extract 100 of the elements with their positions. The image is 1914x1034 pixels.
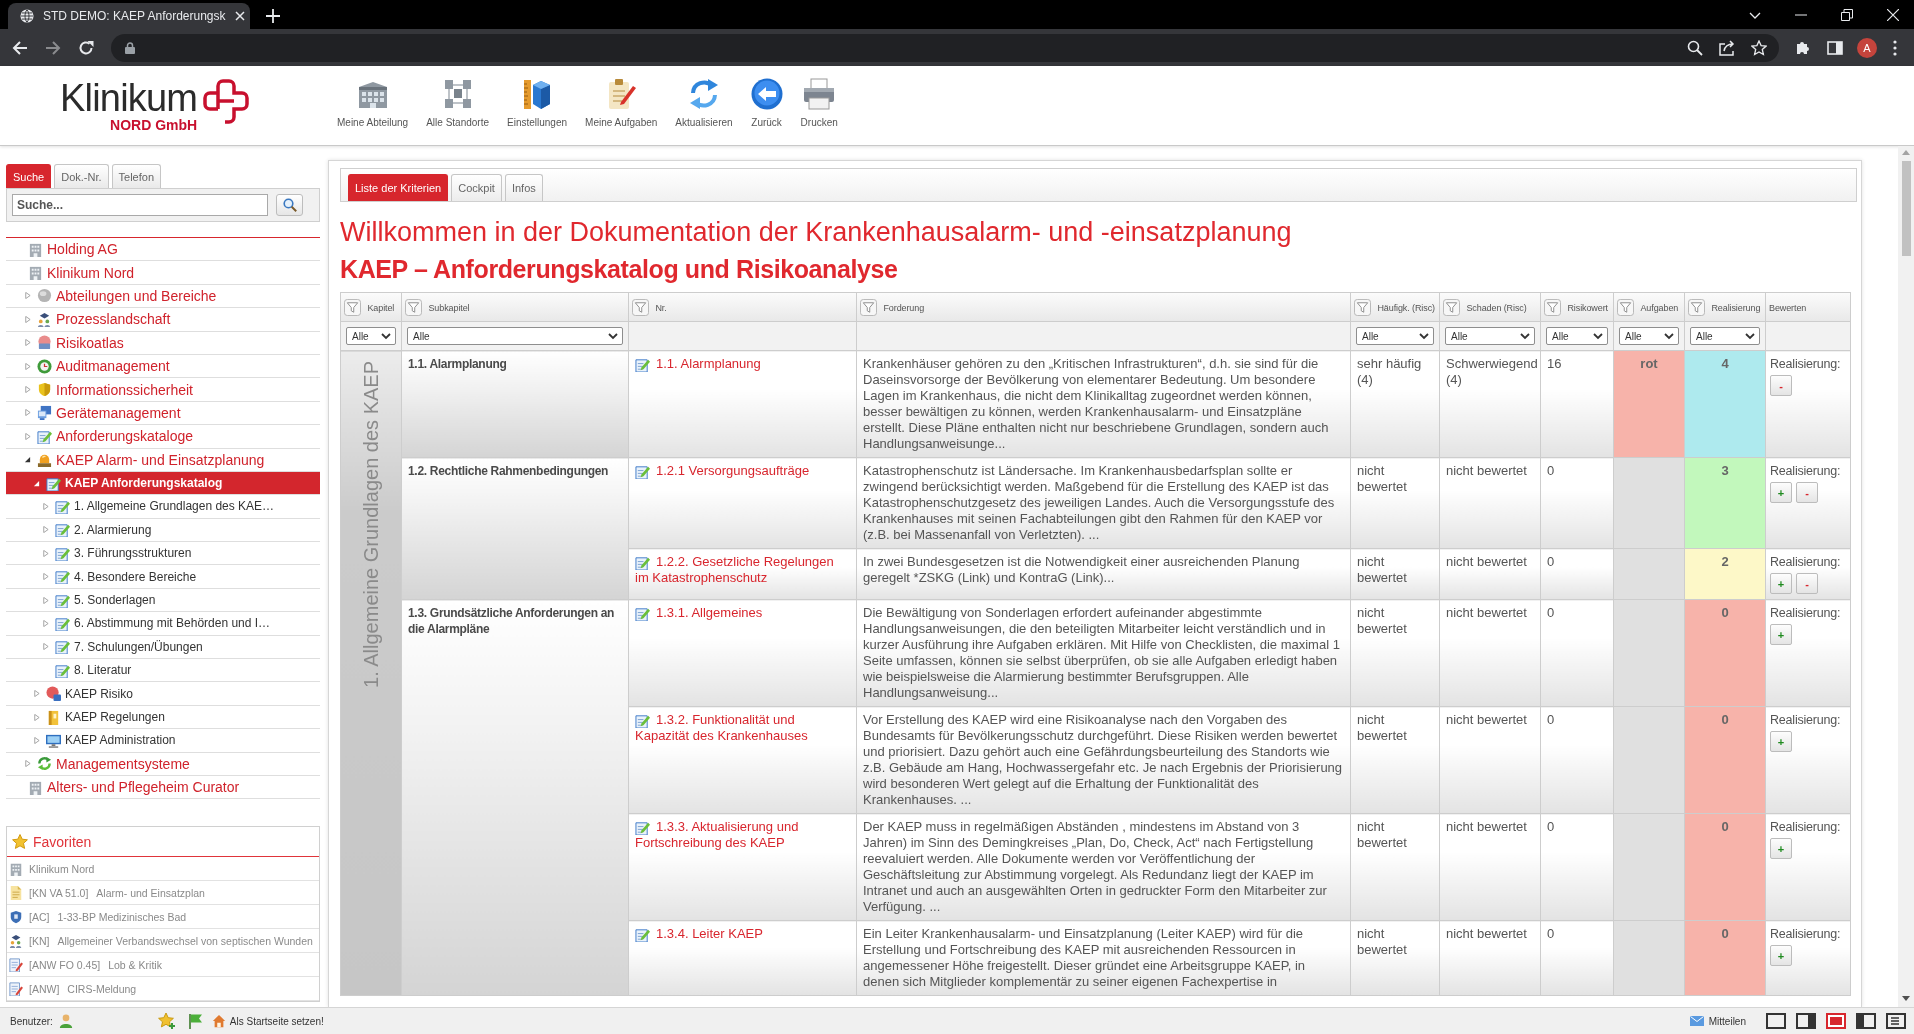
tree-item[interactable]: KAEP Regelungen <box>6 705 320 730</box>
tree-item[interactable]: Gerätemanagement <box>6 401 320 426</box>
search-field[interactable]: Suche... <box>12 194 268 216</box>
magnifier-icon[interactable] <box>1687 39 1703 56</box>
favorite-link[interactable]: [KN VA 51.0] Alarm- und Einsatzplan <box>7 881 319 906</box>
filter-icon[interactable] <box>632 299 649 317</box>
star-icon[interactable] <box>1751 39 1767 56</box>
toolbar-button[interactable]: Aktualisieren <box>672 77 736 128</box>
tree-item[interactable]: Holding AG <box>6 238 320 262</box>
address-field[interactable] <box>111 33 1779 62</box>
layout-icon[interactable] <box>1856 1013 1876 1029</box>
share-button[interactable]: Mitteilen <box>1689 1015 1746 1027</box>
reload-icon[interactable] <box>78 39 94 56</box>
tab[interactable]: Infos <box>504 174 543 201</box>
filter-icon[interactable] <box>1617 299 1634 317</box>
toolbar-button[interactable]: Meine Aufgaben <box>582 77 661 128</box>
back-arrow-icon[interactable] <box>12 39 28 56</box>
tree-item[interactable]: 5. Sonderlagen <box>6 588 320 613</box>
requirement-link[interactable]: 1.3.1. Allgemeines <box>635 605 850 621</box>
favorite-link[interactable]: [ANW FO 0.45] Lob & Kritik <box>7 953 319 978</box>
filter-icon[interactable] <box>344 299 361 317</box>
caret-icon[interactable] <box>24 456 31 464</box>
filter-icon[interactable] <box>1443 299 1460 317</box>
requirement-link[interactable]: 1.2.1 Versorgungsaufträge <box>635 463 850 479</box>
scroll-up-icon[interactable] <box>1902 150 1910 155</box>
plus-button[interactable]: + <box>1770 945 1792 966</box>
minus-button[interactable]: - <box>1796 482 1818 503</box>
plus-button[interactable]: + <box>1770 482 1792 503</box>
layout-icon[interactable] <box>1766 1013 1786 1029</box>
toolbar-button[interactable]: Einstellungen <box>504 77 571 128</box>
tree-item[interactable]: KAEP Administration <box>6 729 320 753</box>
filter-select[interactable]: Alle <box>1619 327 1679 345</box>
sidebar-tab[interactable]: Suche <box>6 164 52 188</box>
filter-select[interactable]: Alle <box>1546 327 1608 345</box>
sidebar-tab[interactable]: Telefon <box>111 164 162 188</box>
plus-button[interactable]: + <box>1770 731 1792 752</box>
tree-item[interactable]: 1. Allgemeine Grundlagen des KAE… <box>6 495 320 519</box>
filter-icon[interactable] <box>405 299 422 317</box>
plus-button[interactable]: + <box>1770 838 1792 859</box>
restore-icon[interactable] <box>1841 8 1853 21</box>
menu-icon[interactable] <box>1893 39 1897 56</box>
tab[interactable]: Cockpit <box>451 174 502 201</box>
favorite-link[interactable]: Klinikum Nord <box>7 857 319 882</box>
tree-item[interactable]: Managementsysteme <box>6 752 320 776</box>
plus-button[interactable]: + <box>1770 624 1792 645</box>
favorite-link[interactable]: [AC] 1-33-BP Medizinisches Bad <box>7 905 319 930</box>
filter-select[interactable]: Alle <box>1445 327 1535 345</box>
toolbar-button[interactable]: Alle Standorte <box>423 77 492 128</box>
tree-item[interactable]: 6. Abstimmung mit Behörden und I… <box>6 612 320 636</box>
requirement-link[interactable]: 1.1. Alarmplanung <box>635 356 850 372</box>
minus-button[interactable]: - <box>1796 573 1818 594</box>
tree-item[interactable]: Auditmanagement <box>6 354 320 379</box>
set-home-link[interactable]: Als Startseite setzen! <box>211 1014 324 1028</box>
browser-tab[interactable]: STD DEMO: KAEP Anforderungsk <box>8 3 250 29</box>
sidebar-icon[interactable] <box>1827 39 1843 56</box>
tree-item[interactable]: Klinikum Nord <box>6 261 320 285</box>
forward-arrow-icon[interactable] <box>45 39 61 56</box>
search-button[interactable] <box>276 194 303 216</box>
tree-item[interactable]: Alters- und Pflegeheim Curator <box>6 776 320 800</box>
tree-item[interactable]: 8. Literatur <box>6 659 320 683</box>
plus-button[interactable]: + <box>1770 573 1792 594</box>
scroll-down-icon[interactable] <box>1902 996 1910 1001</box>
sidebar-tab[interactable]: Dok.-Nr. <box>54 164 109 188</box>
tree-item[interactable]: 7. Schulungen/Übungen <box>6 635 320 660</box>
layout-icon[interactable] <box>1886 1013 1906 1029</box>
minus-button[interactable]: - <box>1770 375 1792 396</box>
filter-select[interactable]: Alle <box>346 327 396 345</box>
layout-icon[interactable] <box>1826 1013 1846 1029</box>
filter-icon[interactable] <box>1354 299 1371 317</box>
requirement-link[interactable]: 1.3.2. Funktionalität und Kapazität des Krankenhauses <box>635 712 850 744</box>
plus-icon[interactable] <box>266 9 280 23</box>
flag-icon[interactable] <box>187 1013 204 1029</box>
puzzle-icon[interactable] <box>1795 39 1811 56</box>
favorite-link[interactable]: [KN] Allgemeiner Verbandswechsel von septischen Wunden <box>7 929 319 954</box>
tree-item[interactable]: 2. Alarmierung <box>6 518 320 543</box>
requirement-link[interactable]: 1.2.2. Gesetzliche Regelungen im Katastrophenschutz <box>635 554 850 586</box>
filter-icon[interactable] <box>1688 299 1705 317</box>
tree-item[interactable]: 4. Besondere Bereiche <box>6 565 320 589</box>
tree-item[interactable]: KAEP Anforderungskatalog <box>6 471 320 496</box>
tree-item[interactable]: 3. Führungsstrukturen <box>6 542 320 566</box>
toolbar-button[interactable]: Zurück <box>747 77 786 128</box>
share-icon[interactable] <box>1719 39 1735 56</box>
close-icon[interactable] <box>234 11 245 21</box>
tree-item[interactable]: Risikoatlas <box>6 331 320 355</box>
toolbar-button[interactable]: Meine Abteilung <box>334 77 412 128</box>
filter-icon[interactable] <box>1544 299 1561 317</box>
tree-item[interactable]: Abteilungen und Bereiche <box>6 284 320 309</box>
tree-item[interactable]: KAEP Alarm- und Einsatzplanung <box>6 448 320 472</box>
star-icon[interactable] <box>157 1012 176 1030</box>
filter-select[interactable]: Alle <box>1356 327 1434 345</box>
toolbar-button[interactable]: Drucken <box>797 77 841 128</box>
requirement-link[interactable]: 1.3.3. Aktualisierung und Fortschreibung des KAEP <box>635 819 850 851</box>
tree-item[interactable]: Prozesslandschaft <box>6 308 320 332</box>
tree-item[interactable]: Anforderungskataloge <box>6 425 320 449</box>
profile-button[interactable]: A <box>1857 37 1877 58</box>
close-icon[interactable] <box>1887 8 1899 21</box>
filter-icon[interactable] <box>860 299 877 317</box>
filter-select[interactable]: Alle <box>1690 327 1760 345</box>
filter-select[interactable]: Alle <box>407 327 623 345</box>
layout-icon[interactable] <box>1796 1013 1816 1029</box>
